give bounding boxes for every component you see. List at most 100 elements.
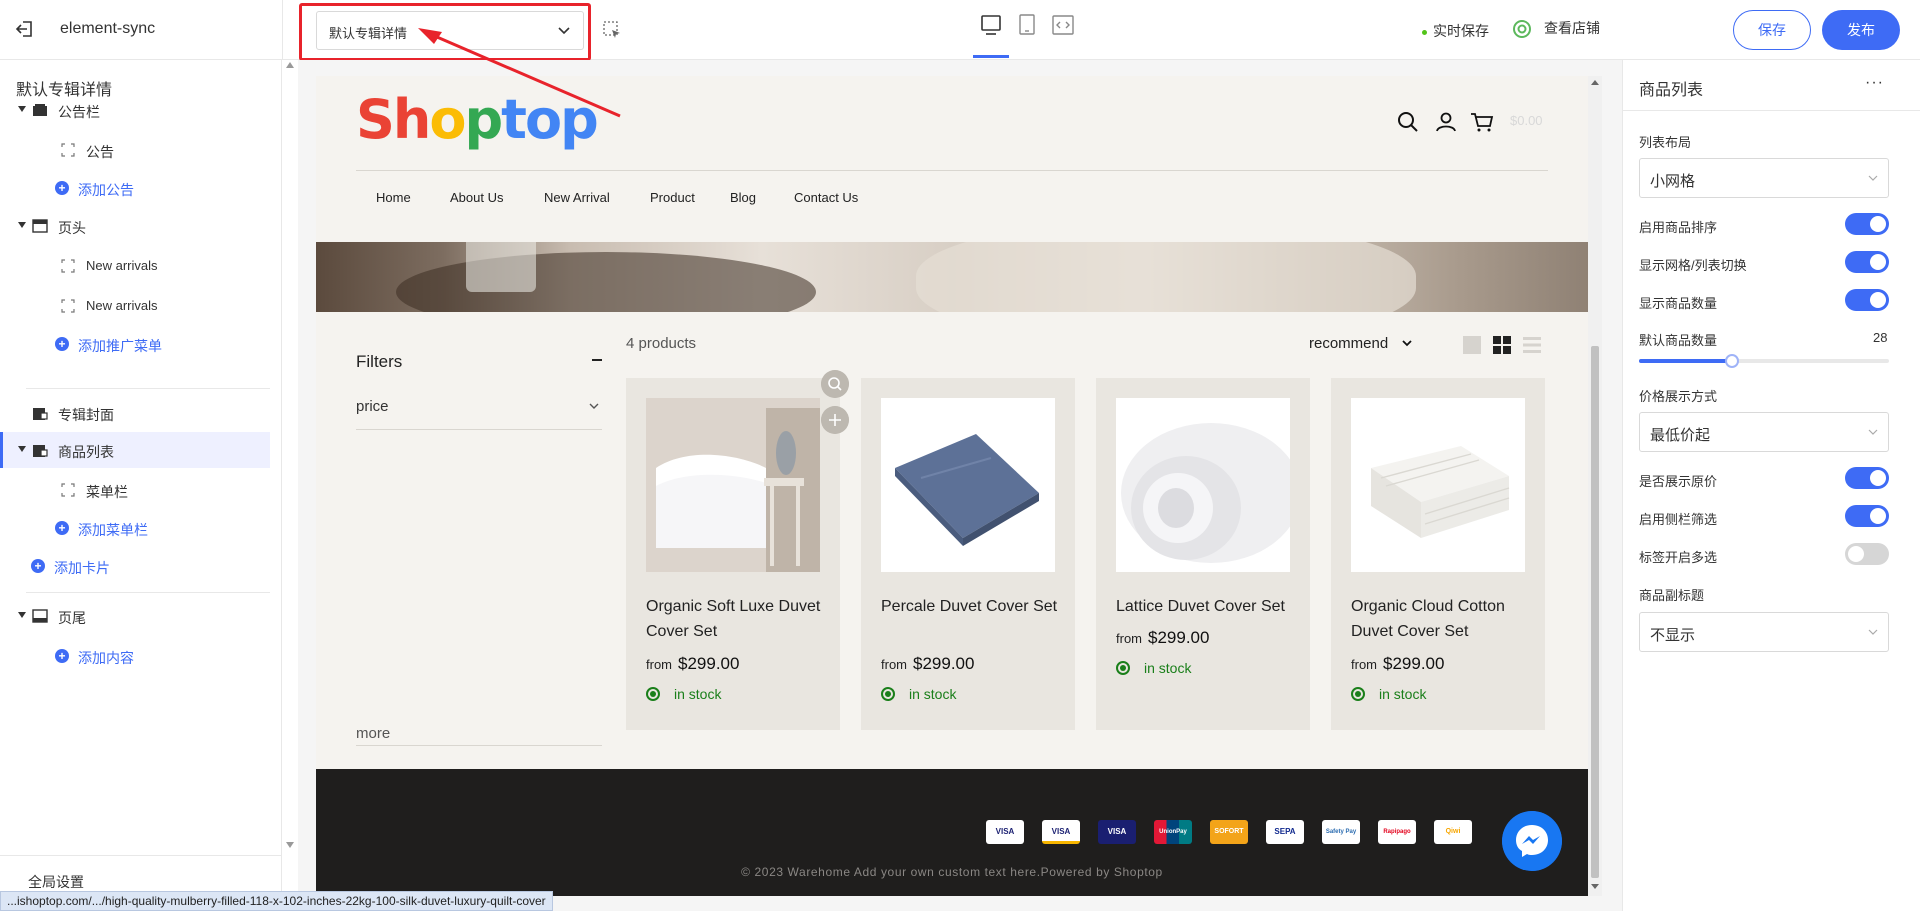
product-price: $299.00 <box>1148 628 1210 647</box>
add-content-button[interactable]: + 添加内容 <box>0 638 270 674</box>
scroll-up-icon[interactable] <box>1591 80 1599 85</box>
price-filter[interactable]: price <box>356 394 602 430</box>
caret-down-icon[interactable] <box>18 446 26 452</box>
search-icon[interactable] <box>1396 110 1420 134</box>
products-count: 4 products <box>626 335 697 352</box>
caret-down-icon[interactable] <box>18 612 26 618</box>
safetypay-icon: Safety Pay <box>1322 820 1360 844</box>
add-card-button[interactable]: + 添加卡片 <box>0 548 270 584</box>
cart-icon[interactable] <box>1470 110 1494 134</box>
chevron-down-icon <box>1402 340 1413 347</box>
desktop-icon[interactable] <box>978 12 1004 38</box>
sidebar-filter-toggle[interactable] <box>1845 505 1889 527</box>
logo-letter: o <box>524 88 562 151</box>
status-url: ...ishoptop.com/.../high-quality-mulberr… <box>0 891 553 911</box>
product-price: $299.00 <box>1383 654 1445 673</box>
enable-sort-toggle[interactable] <box>1845 213 1889 235</box>
nav-new-arrival[interactable]: New Arrival <box>544 190 610 205</box>
sidebar-item-product-list[interactable]: 商品列表 <box>0 432 270 468</box>
slider-fill <box>1639 359 1732 363</box>
product-card[interactable]: Organic Cloud Cotton Duvet Cover Set fro… <box>1331 378 1545 730</box>
scroll-thumb[interactable] <box>1591 346 1599 878</box>
stock-label: in stock <box>1379 686 1427 702</box>
product-image[interactable] <box>881 398 1055 572</box>
list-view-icon[interactable] <box>1522 335 1542 355</box>
show-original-price-toggle[interactable] <box>1845 467 1889 489</box>
nav-blog[interactable]: Blog <box>730 190 756 205</box>
price-display-select[interactable]: 最低价起 <box>1639 412 1889 452</box>
product-name[interactable]: Lattice Duvet Cover Set <box>1116 594 1296 619</box>
product-name[interactable]: Organic Cloud Cotton Duvet Cover Set <box>1351 594 1531 644</box>
sidebar-item-announcement-bar[interactable]: 公告栏 <box>0 92 270 128</box>
select-tool-icon[interactable] <box>602 20 622 40</box>
add-promo-menu-button[interactable]: + 添加推广菜单 <box>0 326 270 362</box>
save-button[interactable]: 保存 <box>1733 10 1811 50</box>
product-name[interactable]: Percale Duvet Cover Set <box>881 594 1061 619</box>
product-card[interactable]: Lattice Duvet Cover Set from $299.00 in s… <box>1096 378 1310 730</box>
grid-list-toggle[interactable] <box>1845 251 1889 273</box>
sidebar-item-label: 专辑封面 <box>58 407 114 423</box>
messenger-icon[interactable] <box>1502 811 1562 871</box>
grid-view-icon[interactable] <box>1492 335 1512 355</box>
settings-panel: 商品列表 ··· 列表布局 小网格 启用商品排序 显示网格/列表切换 显示商品数… <box>1622 60 1920 911</box>
in-stock-icon <box>1351 687 1365 701</box>
caret-down-icon[interactable] <box>18 106 26 112</box>
caret-down-icon[interactable] <box>18 222 26 228</box>
tag-multi-select-toggle[interactable] <box>1845 543 1889 565</box>
list-layout-select[interactable]: 小网格 <box>1639 158 1889 198</box>
add-menu-bar-button[interactable]: + 添加菜单栏 <box>0 510 270 546</box>
view-store-label: 查看店铺 <box>1544 20 1600 36</box>
product-image[interactable] <box>646 398 820 572</box>
exit-icon[interactable] <box>14 18 36 40</box>
publish-button[interactable]: 发布 <box>1822 10 1900 50</box>
nav-about-us[interactable]: About Us <box>450 190 503 205</box>
footer-copyright: © 2023 Warehome Add your own custom text… <box>741 865 1163 879</box>
product-image[interactable] <box>1351 398 1525 572</box>
sidebar-item-album-cover[interactable]: 专辑封面 <box>0 395 270 431</box>
user-icon[interactable] <box>1434 110 1458 134</box>
quick-view-icon[interactable] <box>821 370 849 398</box>
sidebar-item-label: New arrivals <box>86 258 158 273</box>
more-options-icon[interactable]: ··· <box>1865 74 1884 92</box>
show-count-toggle[interactable] <box>1845 289 1889 311</box>
price-prefix: from <box>1116 631 1142 646</box>
collapse-icon[interactable] <box>592 359 602 361</box>
product-card[interactable]: Organic Soft Luxe Duvet Cover Set from $2… <box>626 378 840 730</box>
more-filter[interactable]: more <box>356 722 602 746</box>
in-stock-icon <box>646 687 660 701</box>
product-name[interactable]: Organic Soft Luxe Duvet Cover Set <box>646 594 826 644</box>
nav-contact-us[interactable]: Contact Us <box>794 190 858 205</box>
scroll-up-icon[interactable] <box>286 62 294 68</box>
sidebar-item-new-arrivals[interactable]: New arrivals <box>0 248 270 284</box>
sofort-icon: SOFORT <box>1210 820 1248 844</box>
nav-product[interactable]: Product <box>650 190 695 205</box>
single-column-view-icon[interactable] <box>1462 335 1482 355</box>
nav-home[interactable]: Home <box>376 190 411 205</box>
slider-handle[interactable] <box>1724 354 1739 368</box>
top-bar: element-sync 默认专辑详情 实时保存 查看店铺 保存 发布 <box>0 0 1920 61</box>
scroll-down-icon[interactable] <box>1591 884 1599 889</box>
stock-status: in stock <box>881 686 956 702</box>
view-store-link[interactable]: 查看店铺 <box>1512 18 1600 39</box>
add-announcement-button[interactable]: + 添加公告 <box>0 170 270 206</box>
preview-scrollbar[interactable] <box>1588 76 1602 896</box>
header-icon <box>32 219 48 233</box>
product-image[interactable] <box>1116 398 1290 572</box>
product-subtitle-value: 不显示 <box>1650 627 1696 644</box>
code-icon[interactable] <box>1050 12 1076 38</box>
add-label: 添加公告 <box>78 182 134 198</box>
product-card[interactable]: Percale Duvet Cover Set from $299.00 in s… <box>861 378 1075 730</box>
tablet-icon[interactable] <box>1014 12 1040 38</box>
qiwi-icon: Qiwi <box>1434 820 1472 844</box>
sidebar-item-announcement[interactable]: 公告 <box>0 132 270 168</box>
scroll-down-icon[interactable] <box>286 842 294 848</box>
template-select[interactable]: 默认专辑详情 <box>316 11 584 50</box>
sidebar-item-new-arrivals-2[interactable]: New arrivals <box>0 288 270 324</box>
default-count-slider[interactable] <box>1639 354 1889 368</box>
sort-select[interactable]: recommend <box>1309 335 1413 352</box>
sidebar-item-header[interactable]: 页头 <box>0 208 270 244</box>
add-to-cart-icon[interactable] <box>821 406 849 434</box>
sidebar-item-menu-bar[interactable]: 菜单栏 <box>0 472 270 508</box>
product-subtitle-select[interactable]: 不显示 <box>1639 612 1889 652</box>
sidebar-item-footer[interactable]: 页尾 <box>0 598 270 634</box>
